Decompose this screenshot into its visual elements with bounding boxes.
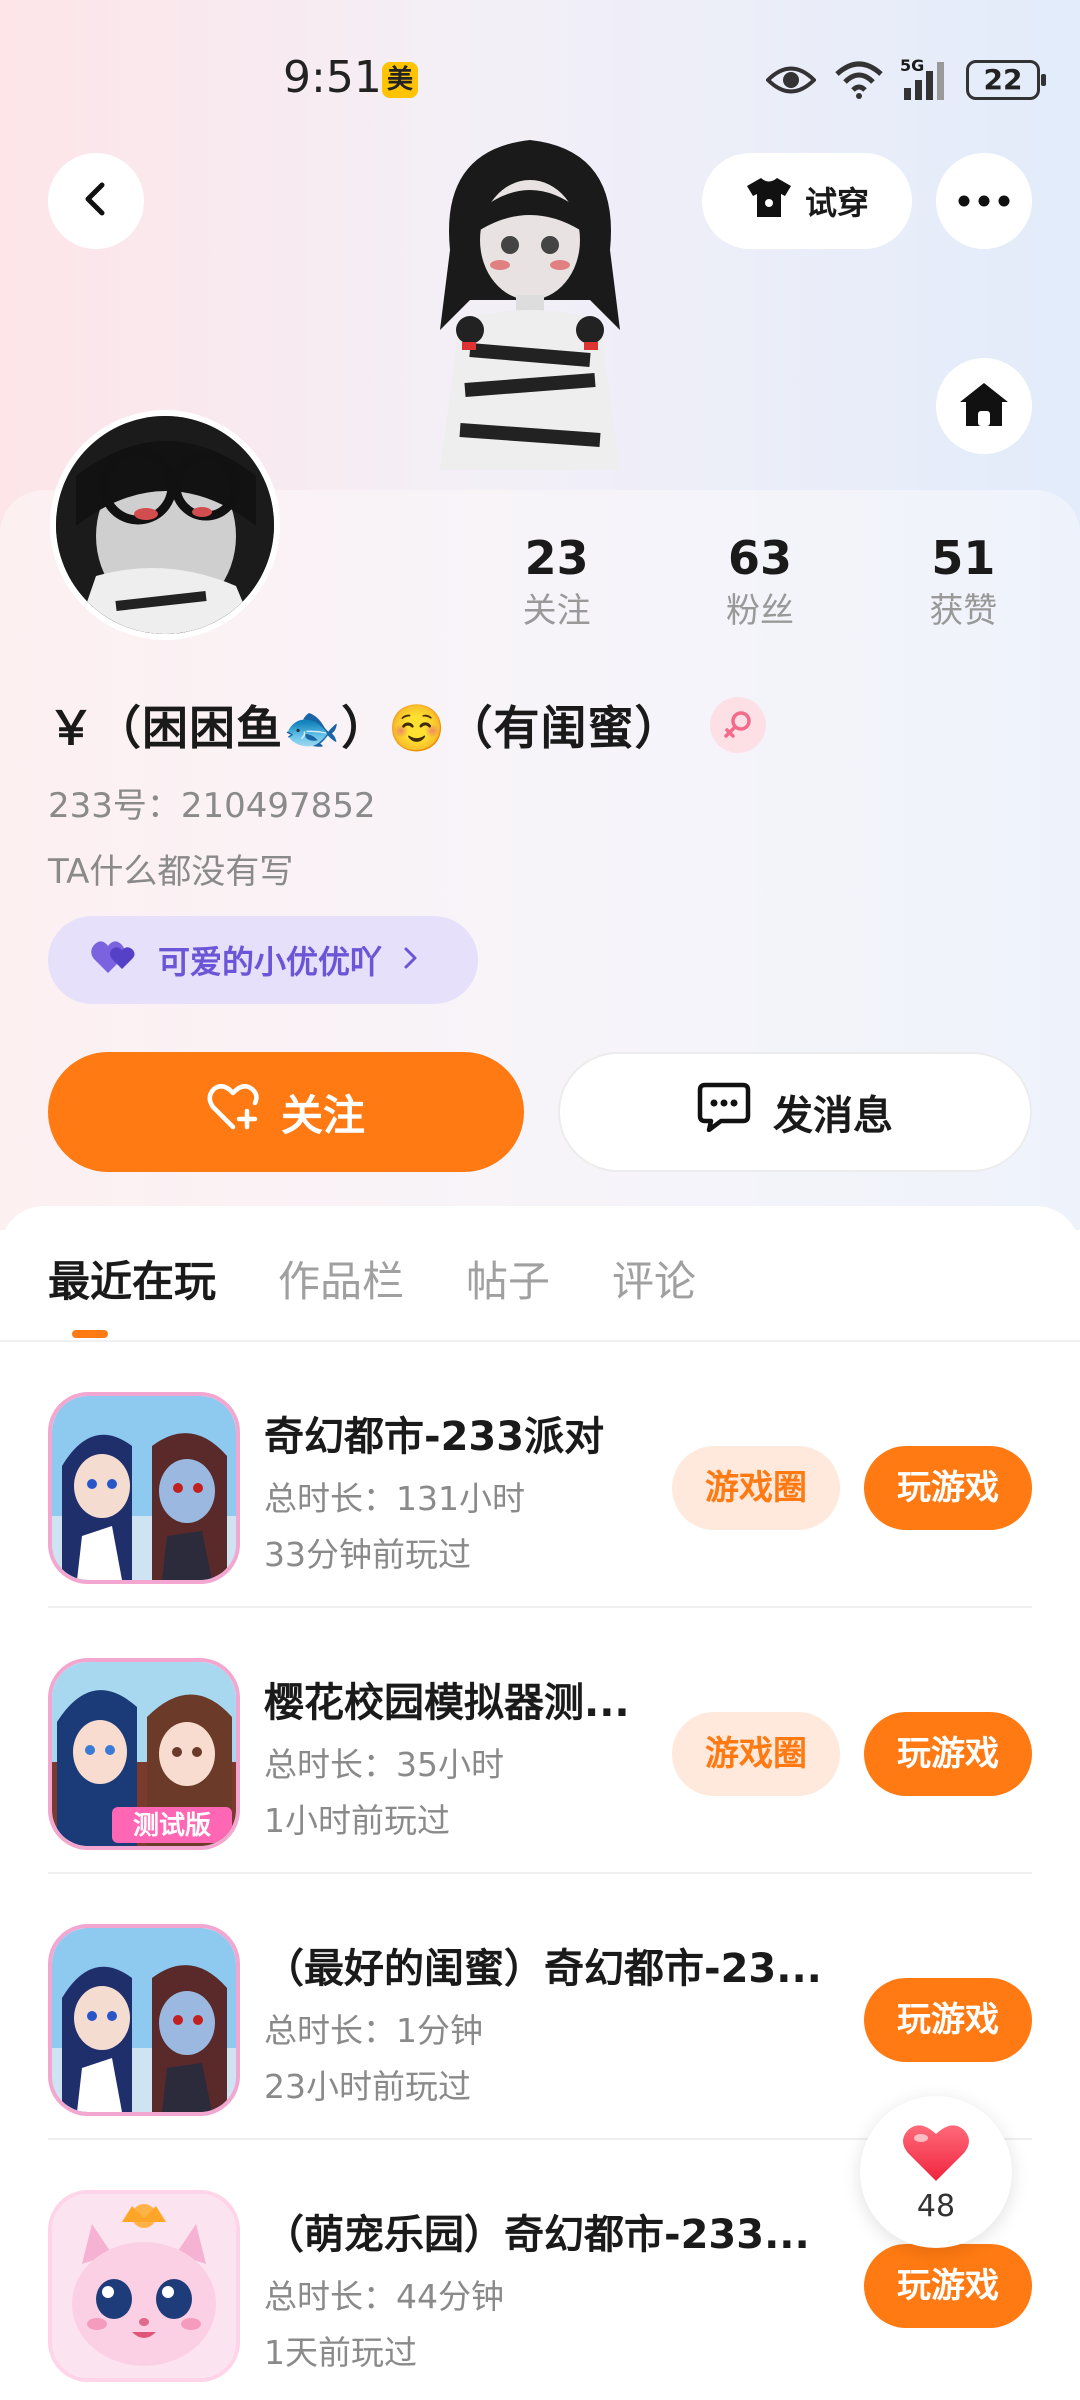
status-time: 9:51 [283, 52, 382, 103]
floating-like-button[interactable]: 48 [860, 2096, 1012, 2248]
more-dots-icon [958, 192, 1010, 211]
following-count: 23 [524, 531, 589, 585]
list-item[interactable]: 奇幻都市-233派对 总时长：131小时 33分钟前玩过 游戏圈 玩游戏 [0, 1342, 1080, 1608]
chevron-left-icon [76, 179, 116, 223]
like-count: 48 [916, 2188, 956, 2224]
game-title: 樱花校园模拟器测... [264, 1680, 630, 1726]
try-on-button[interactable]: 试穿 [702, 153, 912, 249]
chevron-right-icon [400, 941, 420, 979]
game-icon [48, 2190, 240, 2382]
bestie-name: 可爱的小优优吖 [158, 943, 383, 981]
game-total-time: 总时长：44分钟 [264, 2277, 504, 2316]
nickname-row: ￥（困困鱼🐟）☺️（有闺蜜） [48, 690, 766, 760]
follow-label: 关注 [280, 1090, 365, 1140]
bio: TA什么都没有写 [48, 852, 294, 892]
tab-recently-played[interactable]: 最近在玩 [48, 1248, 216, 1309]
followers-count: 63 [727, 531, 792, 585]
cellular-signal-icon: 5G [900, 56, 948, 100]
game-last-played: 23小时前玩过 [264, 2067, 471, 2106]
profile-stats: 23 关注 63 粉丝 51 获赞 [455, 530, 1065, 640]
game-title: （最好的闺蜜）奇幻都市-23... [264, 1946, 822, 1992]
game-total-time: 总时长：1分钟 [264, 2011, 483, 2050]
double-heart-icon [90, 937, 140, 983]
female-gender-icon [709, 697, 766, 753]
battery-indicator: 22 [966, 60, 1046, 100]
list-item[interactable]: 测试版 樱花校园模拟器测... 总时长：35小时 1小时前玩过 游戏圈 玩游戏 [0, 1608, 1080, 1874]
game-icon [48, 1924, 240, 2116]
game-total-time: 总时长：131小时 [264, 1479, 525, 1518]
game-last-played: 33分钟前玩过 [264, 1535, 471, 1574]
avatar-character-3d [410, 130, 650, 490]
heart-icon [901, 2121, 971, 2187]
try-on-label: 试穿 [804, 184, 869, 222]
play-game-button[interactable]: 玩游戏 [864, 1446, 1032, 1530]
heart-plus-icon [207, 1083, 259, 1141]
game-title: 奇幻都市-233派对 [264, 1414, 605, 1460]
status-icons: 5G 22 [766, 56, 1046, 104]
following-label: 关注 [522, 591, 591, 631]
play-game-button[interactable]: 玩游戏 [864, 2244, 1032, 2328]
likes-label: 获赞 [929, 591, 998, 631]
network-type: 5G [900, 56, 925, 75]
send-message-button[interactable]: 发消息 [558, 1052, 1032, 1172]
chat-bubble-icon [697, 1082, 751, 1142]
tshirt-icon [745, 175, 793, 227]
nickname: ￥（困困鱼🐟）☺️（有闺蜜） [48, 701, 682, 755]
stat-followers[interactable]: 63 粉丝 [658, 530, 861, 640]
app-notification-badge: 美 [382, 62, 418, 98]
active-tab-indicator [72, 1330, 108, 1338]
more-options-button[interactable] [936, 153, 1032, 249]
bestie-tag[interactable]: 可爱的小优优吖 [48, 916, 478, 1004]
game-circle-button[interactable]: 游戏圈 [672, 1712, 840, 1796]
home-icon [958, 380, 1010, 432]
game-total-time: 总时长：35小时 [264, 1745, 504, 1784]
tab-works[interactable]: 作品栏 [278, 1248, 404, 1309]
eye-icon [766, 63, 816, 97]
tab-posts[interactable]: 帖子 [466, 1248, 550, 1309]
game-circle-button[interactable]: 游戏圈 [672, 1446, 840, 1530]
followers-label: 粉丝 [725, 591, 794, 631]
send-message-label: 发消息 [773, 1093, 893, 1139]
status-bar: 9:51 美 5G 22 [0, 0, 1080, 150]
wifi-icon [834, 60, 884, 100]
game-icon: 测试版 [48, 1658, 240, 1850]
stat-likes[interactable]: 51 获赞 [862, 530, 1065, 640]
home-button[interactable] [936, 358, 1032, 454]
game-last-played: 1天前玩过 [264, 2333, 417, 2372]
play-game-button[interactable]: 玩游戏 [864, 1978, 1032, 2062]
game-title: （萌宠乐园）奇幻都市-233... [264, 2212, 810, 2258]
game-last-played: 1小时前玩过 [264, 1801, 450, 1840]
game-icon [48, 1392, 240, 1584]
tab-comments[interactable]: 评论 [612, 1248, 696, 1309]
back-button[interactable] [48, 153, 144, 249]
likes-count: 51 [931, 531, 996, 585]
stat-following[interactable]: 23 关注 [455, 530, 658, 640]
avatar[interactable] [50, 410, 280, 640]
test-version-badge: 测试版 [133, 1811, 211, 1841]
follow-button[interactable]: 关注 [48, 1052, 524, 1172]
user-id: 233号：210497852 [48, 786, 376, 826]
play-game-button[interactable]: 玩游戏 [864, 1712, 1032, 1796]
profile-tabs: 最近在玩 作品栏 帖子 评论 [48, 1248, 696, 1309]
